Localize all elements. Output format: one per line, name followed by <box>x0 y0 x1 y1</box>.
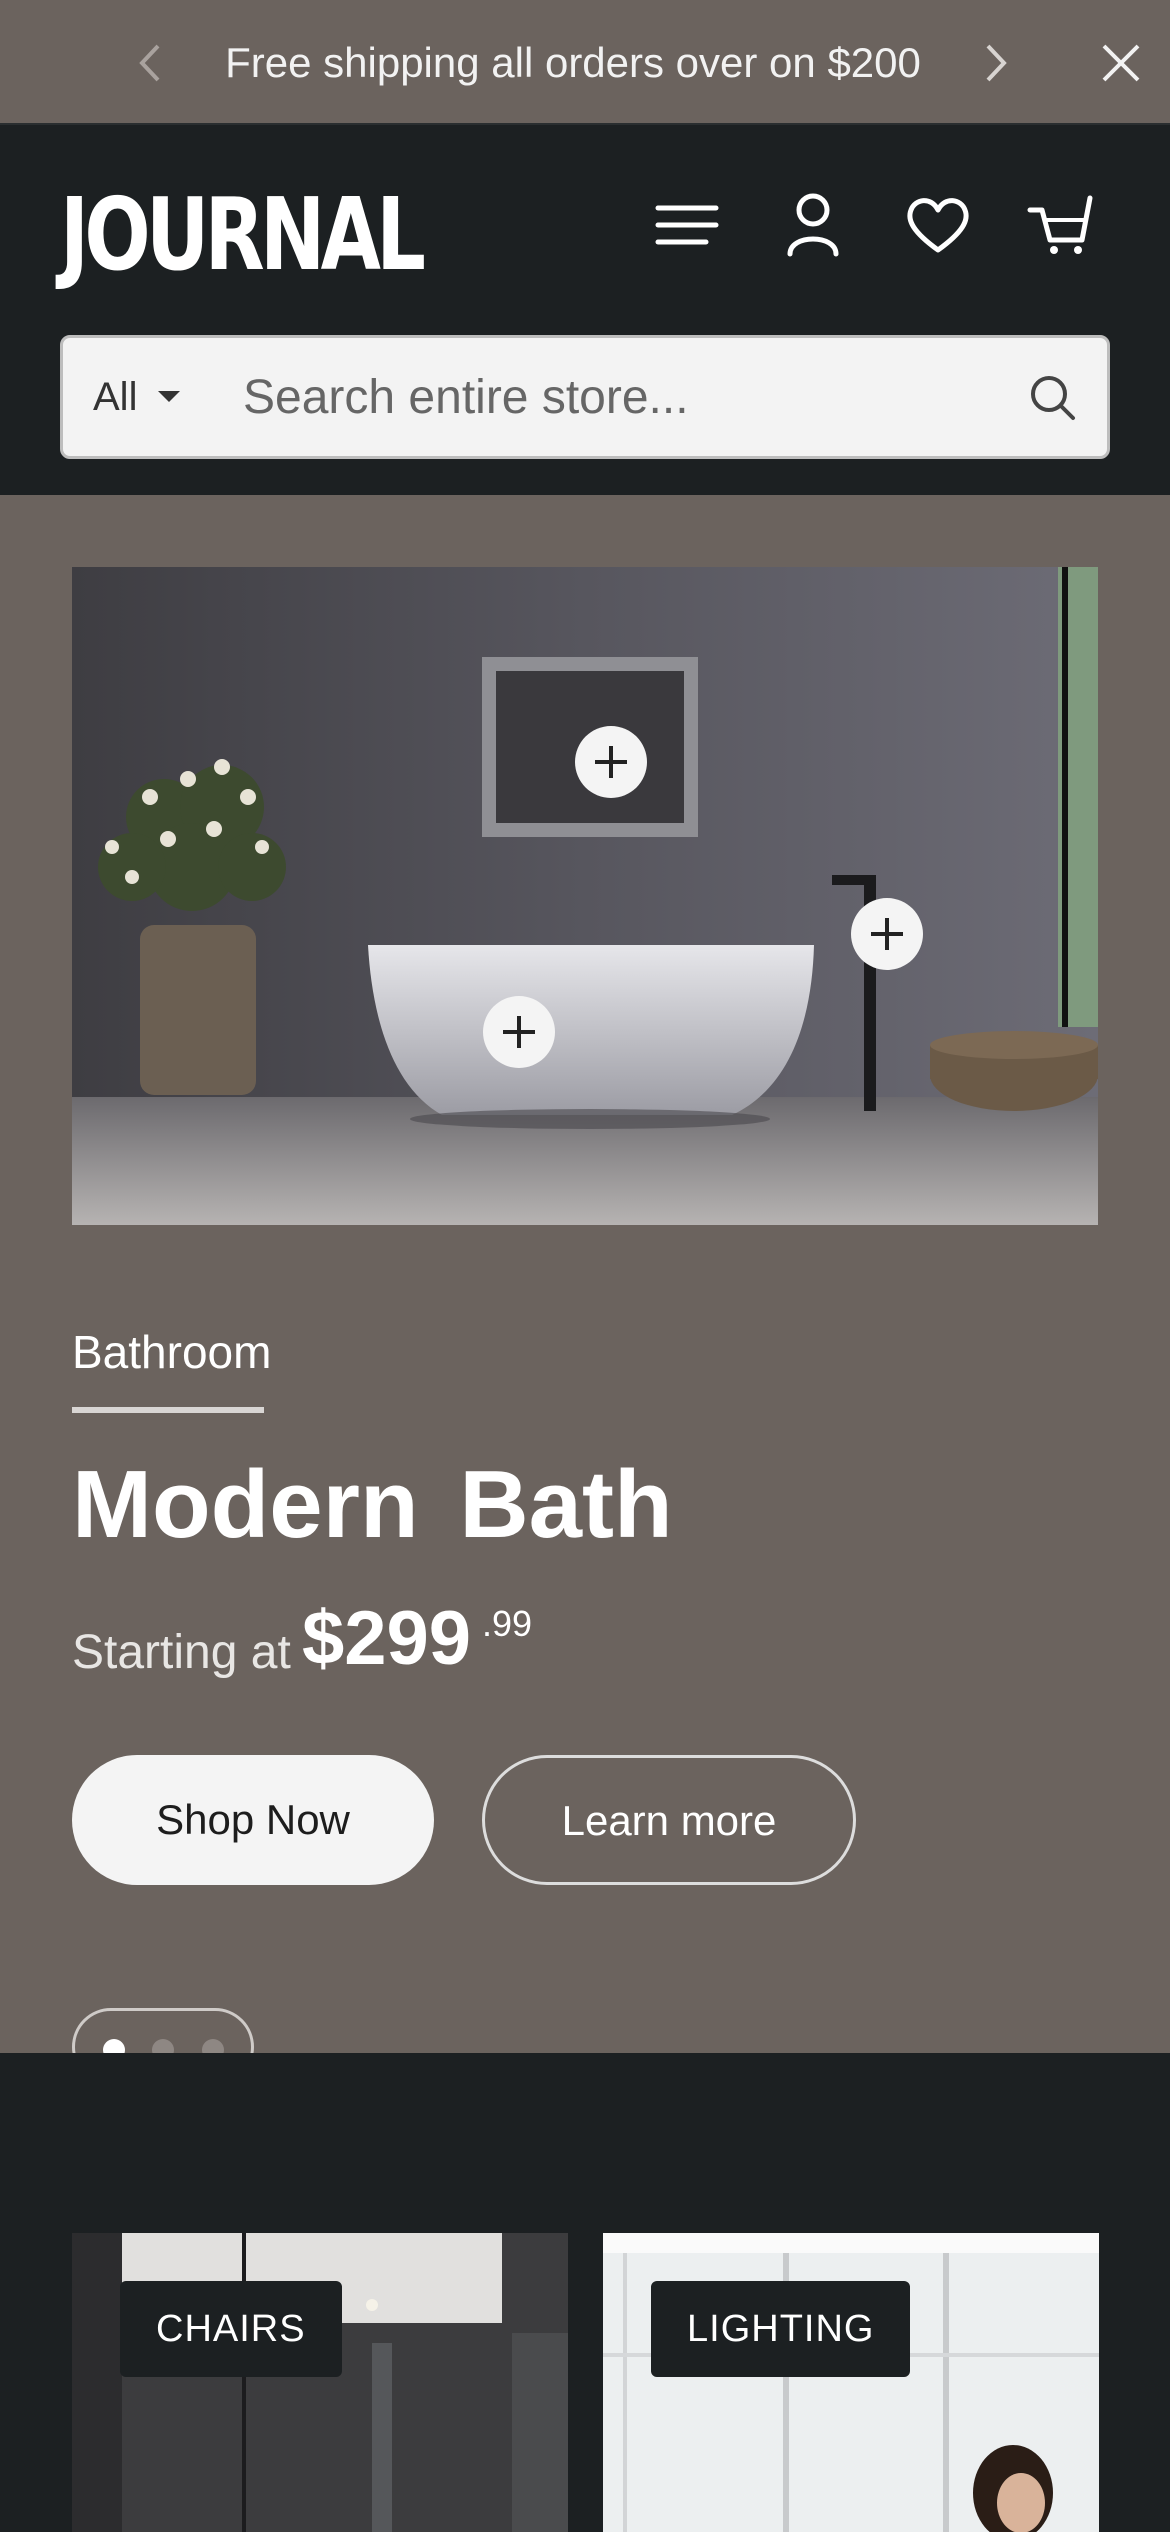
site-header: JOURNAL All <box>0 125 1170 495</box>
search-icon[interactable] <box>1027 372 1077 422</box>
learn-more-button[interactable]: Learn more <box>482 1755 856 1885</box>
logo[interactable]: JOURNAL <box>60 185 426 285</box>
lighting-image <box>603 2233 1099 2532</box>
search-input[interactable] <box>243 348 1023 446</box>
category-label-lighting: LIGHTING <box>651 2281 911 2377</box>
hotspot-faucet[interactable] <box>851 898 923 970</box>
hotspot-mirror[interactable] <box>575 726 647 798</box>
price-prefix: Starting at <box>72 1626 291 1679</box>
account-icon[interactable] <box>778 190 848 260</box>
price-value: $299 <box>302 1596 472 1681</box>
announcement-bar: Free shipping all orders over on $200 <box>0 0 1170 125</box>
category-card-lighting[interactable]: LIGHTING <box>603 2233 1099 2532</box>
category-card-chairs[interactable]: CHAIRS <box>72 2233 568 2532</box>
price-cents: .99 <box>482 1603 533 1644</box>
shop-now-button[interactable]: Shop Now <box>72 1755 434 1885</box>
category-cards: CHAIRS LIGHTING <box>0 2053 1170 2532</box>
hero-category: Bathroom <box>72 1326 272 1378</box>
search-category-select[interactable]: All <box>93 338 137 456</box>
cart-icon[interactable] <box>1026 190 1096 260</box>
wishlist-icon[interactable] <box>903 190 973 260</box>
hero-title: Modern Bath <box>72 1451 673 1558</box>
chevron-right-icon[interactable] <box>970 38 1020 88</box>
hero-image <box>72 567 1098 1225</box>
category-underline <box>72 1407 264 1413</box>
menu-icon[interactable] <box>652 190 722 260</box>
chevron-down-icon[interactable] <box>158 391 180 402</box>
search-bar: All <box>60 335 1110 459</box>
hero-slider: Bathroom Modern Bath Starting at $299 .9… <box>0 495 1170 2086</box>
category-label-chairs: CHAIRS <box>120 2281 342 2377</box>
hotspot-bathtub[interactable] <box>483 996 555 1068</box>
close-icon[interactable] <box>1096 38 1146 88</box>
chairs-image <box>72 2233 568 2532</box>
